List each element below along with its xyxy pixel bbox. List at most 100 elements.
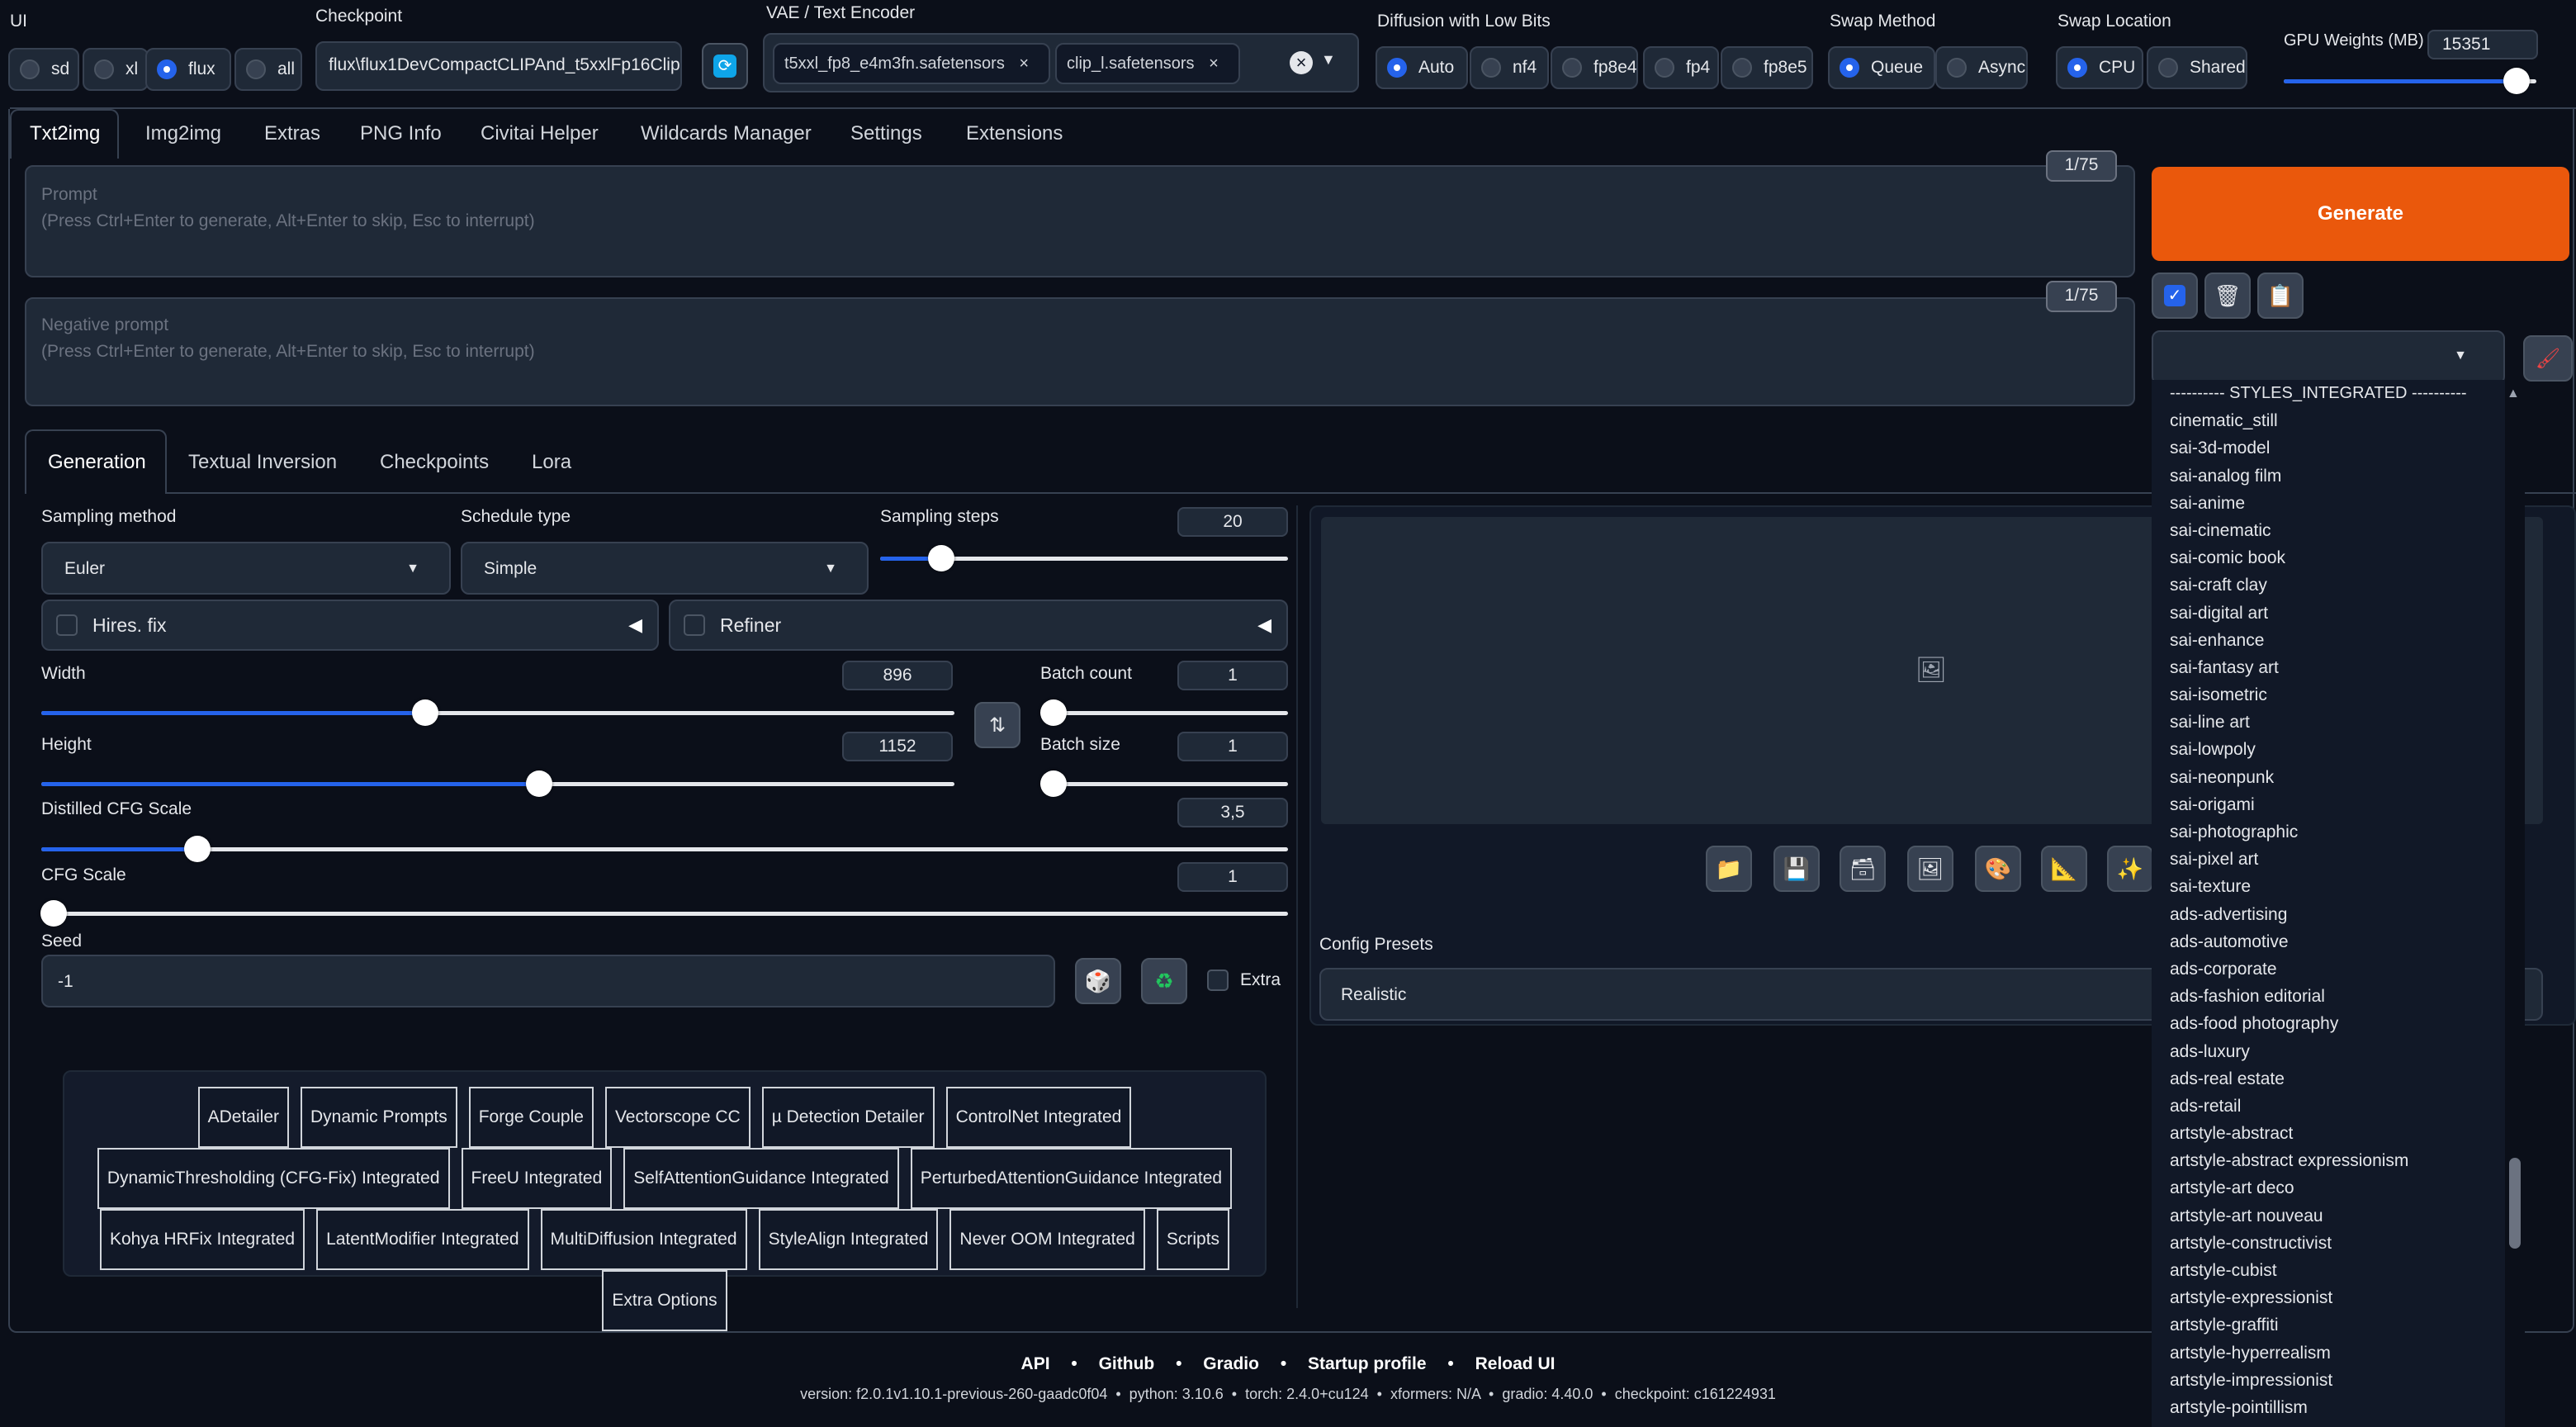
send-to-inpaint-button[interactable]: 🎨 — [1975, 846, 2021, 892]
width-slider[interactable] — [41, 699, 954, 726]
seed-extra-toggle[interactable]: Extra — [1207, 970, 1281, 991]
apply-styles-button[interactable]: ✓ — [2152, 273, 2198, 319]
slider-thumb[interactable] — [1040, 770, 1067, 797]
slider-thumb[interactable] — [1040, 699, 1067, 726]
remove-tag-icon[interactable]: × — [1209, 55, 1219, 73]
seed-input[interactable]: -1 — [41, 955, 1055, 1007]
footer-link-gradio[interactable]: Gradio — [1203, 1354, 1259, 1373]
dropdown-option[interactable]: artstyle-abstract expressionism — [2152, 1147, 2505, 1174]
tab-textual-inversion[interactable]: Textual Inversion — [188, 451, 337, 474]
dropdown-option[interactable]: artstyle-constructivist — [2152, 1230, 2505, 1257]
tab-extras[interactable]: Extras — [264, 122, 320, 145]
schedule-type-select[interactable]: Simple ▼ — [461, 542, 869, 595]
script-toggle-button[interactable]: Extra Options — [602, 1270, 727, 1331]
sampling-steps-slider[interactable] — [880, 545, 1288, 571]
swap-location-radio-cpu[interactable]: CPU — [2056, 46, 2143, 89]
slider-thumb[interactable] — [2503, 68, 2530, 94]
chevron-down-icon[interactable]: ▼ — [1321, 51, 1336, 69]
dropdown-option[interactable]: ads-advertising — [2152, 901, 2505, 928]
dropdown-option[interactable]: sai-digital art — [2152, 600, 2505, 627]
tab-checkpoints[interactable]: Checkpoints — [380, 451, 489, 474]
height-slider[interactable] — [41, 770, 954, 797]
swap-dimensions-button[interactable]: ⇅ — [974, 702, 1020, 748]
dropdown-option[interactable]: sai-fantasy art — [2152, 654, 2505, 681]
slider-thumb[interactable] — [411, 699, 438, 726]
dropdown-option[interactable]: sai-enhance — [2152, 627, 2505, 654]
reuse-seed-button[interactable]: ♻ — [1141, 958, 1187, 1004]
dropdown-option[interactable]: ads-retail — [2152, 1093, 2505, 1120]
script-toggle-button[interactable]: ADetailer — [197, 1087, 289, 1148]
prompt-textarea[interactable]: Prompt (Press Ctrl+Enter to generate, Al… — [25, 165, 2135, 277]
diffusion-radio-nf4[interactable]: nf4 — [1470, 46, 1549, 89]
diffusion-radio-fp4[interactable]: fp4 — [1643, 46, 1719, 89]
dropdown-option[interactable]: sai-neonpunk — [2152, 764, 2505, 791]
vae-tag[interactable]: t5xxl_fp8_e4m3fn.safetensors × — [773, 43, 1050, 84]
dropdown-option[interactable]: ads-real estate — [2152, 1065, 2505, 1093]
save-button[interactable]: 💾 — [1773, 846, 1820, 892]
dropdown-option[interactable]: sai-line art — [2152, 709, 2505, 736]
cfg-scale-slider[interactable] — [40, 900, 1288, 927]
script-toggle-button[interactable]: ControlNet Integrated — [945, 1087, 1132, 1148]
extra-checkbox[interactable] — [1207, 970, 1229, 991]
script-toggle-button[interactable]: DynamicThresholding (CFG-Fix) Integrated — [97, 1148, 450, 1209]
open-folder-button[interactable]: 📁 — [1706, 846, 1752, 892]
tab-wildcards-manager[interactable]: Wildcards Manager — [641, 122, 812, 145]
swap-location-radio-shared[interactable]: Shared — [2147, 46, 2247, 89]
cfg-scale-input[interactable]: 1 — [1177, 862, 1288, 892]
scroll-up-icon[interactable]: ▲ — [2507, 386, 2520, 401]
dropdown-scrollbar[interactable]: ▲ — [2505, 386, 2525, 1427]
distilled-cfg-input[interactable]: 3,5 — [1177, 798, 1288, 827]
tab-lora[interactable]: Lora — [532, 451, 571, 474]
dropdown-option[interactable]: ads-corporate — [2152, 955, 2505, 983]
script-toggle-button[interactable]: Dynamic Prompts — [301, 1087, 457, 1148]
script-toggle-button[interactable]: LatentModifier Integrated — [316, 1209, 529, 1270]
tab-png-info[interactable]: PNG Info — [360, 122, 442, 145]
slider-thumb[interactable] — [525, 770, 552, 797]
dropdown-option[interactable]: sai-pixel art — [2152, 846, 2505, 873]
dropdown-option[interactable]: sai-origami — [2152, 791, 2505, 818]
swap-method-radio-async[interactable]: Async — [1935, 46, 2028, 89]
edit-styles-button[interactable]: 🖌 — [2523, 335, 2573, 382]
random-seed-button[interactable]: 🎲 — [1075, 958, 1121, 1004]
footer-link-startup-profile[interactable]: Startup profile — [1308, 1354, 1427, 1373]
batch-size-input[interactable]: 1 — [1177, 732, 1288, 761]
dropdown-option[interactable]: ads-luxury — [2152, 1038, 2505, 1065]
batch-size-slider[interactable] — [1040, 770, 1288, 797]
dropdown-option[interactable]: sai-analog film — [2152, 462, 2505, 490]
tab-generation[interactable]: Generation — [48, 451, 146, 474]
upscale-button[interactable]: ✨ — [2107, 846, 2153, 892]
dropdown-option[interactable]: ads-food photography — [2152, 1010, 2505, 1037]
clear-all-icon[interactable]: × — [1290, 51, 1313, 74]
dropdown-option[interactable]: sai-craft clay — [2152, 571, 2505, 599]
negative-prompt-textarea[interactable]: Negative prompt (Press Ctrl+Enter to gen… — [25, 297, 2135, 406]
script-toggle-button[interactable]: Never OOM Integrated — [949, 1209, 1145, 1270]
gpu-weights-slider[interactable] — [2284, 68, 2536, 94]
dropdown-option[interactable]: sai-3d-model — [2152, 434, 2505, 462]
script-toggle-button[interactable]: PerturbedAttentionGuidance Integrated — [910, 1148, 1233, 1209]
dropdown-option[interactable]: ads-automotive — [2152, 928, 2505, 955]
ui-radio-flux[interactable]: flux — [145, 48, 231, 91]
vae-multiselect[interactable]: t5xxl_fp8_e4m3fn.safetensors × clip_l.sa… — [763, 33, 1359, 92]
tab-civitai-helper[interactable]: Civitai Helper — [481, 122, 599, 145]
dropdown-option[interactable]: sai-texture — [2152, 873, 2505, 900]
hires-fix-checkbox[interactable] — [56, 614, 78, 636]
distilled-cfg-slider[interactable] — [41, 836, 1288, 862]
diffusion-radio-fp8e4[interactable]: fp8e4 — [1551, 46, 1638, 89]
width-input[interactable]: 896 — [842, 661, 953, 690]
dropdown-option[interactable]: ads-fashion editorial — [2152, 983, 2505, 1010]
height-input[interactable]: 1152 — [842, 732, 953, 761]
script-toggle-button[interactable]: StyleAlign Integrated — [758, 1209, 939, 1270]
styles-dropdown-list[interactable]: ---------- STYLES_INTEGRATED ---------- c… — [2152, 380, 2505, 1427]
refiner-accordion[interactable]: Refiner ◀ — [669, 600, 1288, 651]
slider-thumb[interactable] — [183, 836, 211, 862]
batch-count-slider[interactable] — [1040, 699, 1288, 726]
slider-thumb[interactable] — [40, 900, 68, 927]
batch-count-input[interactable]: 1 — [1177, 661, 1288, 690]
paste-params-button[interactable]: 📋 — [2257, 273, 2304, 319]
script-toggle-button[interactable]: Forge Couple — [468, 1087, 594, 1148]
tab-extensions[interactable]: Extensions — [966, 122, 1063, 145]
dropdown-option[interactable]: artstyle-graffiti — [2152, 1311, 2505, 1339]
script-toggle-button[interactable]: SelfAttentionGuidance Integrated — [623, 1148, 899, 1209]
dropdown-option[interactable]: sai-cinematic — [2152, 517, 2505, 544]
generate-button[interactable]: Generate — [2152, 167, 2569, 261]
